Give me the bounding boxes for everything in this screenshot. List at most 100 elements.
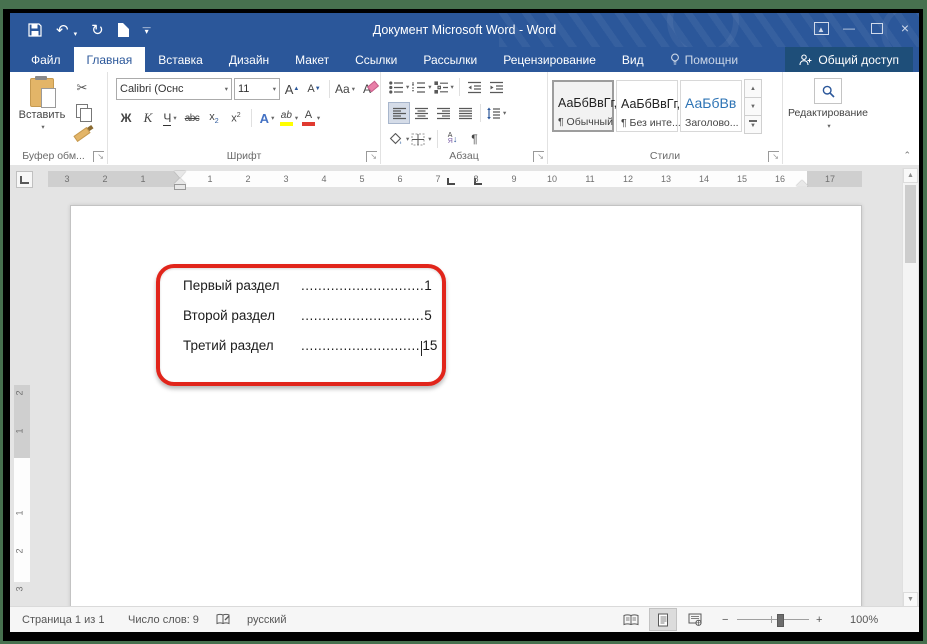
superscript-button[interactable]: x2 [226, 108, 246, 128]
style-no-spacing[interactable]: АаБбВвГг, ¶ Без инте... [616, 80, 678, 132]
strikethrough-button[interactable]: abc [182, 108, 202, 128]
zoom-slider-track[interactable] [737, 619, 809, 620]
styles-more-button[interactable]: ▼ [744, 115, 762, 134]
ruler-number: 1 [207, 171, 212, 187]
scrollbar-thumb[interactable] [905, 185, 916, 263]
align-left-button[interactable] [389, 103, 409, 123]
zoom-slider[interactable] [737, 607, 809, 632]
proofing-status[interactable] [216, 607, 230, 632]
vertical-ruler[interactable]: 2112345678 [14, 385, 30, 582]
web-layout-button[interactable] [682, 609, 708, 630]
align-center-button[interactable] [411, 103, 431, 123]
print-layout-icon [657, 613, 669, 627]
clear-formatting-button[interactable]: А [357, 79, 377, 99]
tab-insert[interactable]: Вставка [145, 47, 216, 72]
decrease-indent-button[interactable] [465, 77, 485, 97]
tab-review[interactable]: Рецензирование [490, 47, 609, 72]
tab-view[interactable]: Вид [609, 47, 657, 72]
line-spacing-button[interactable]: ▾ [486, 103, 506, 123]
scroll-down-button[interactable]: ▼ [903, 592, 918, 607]
align-right-button[interactable] [433, 103, 453, 123]
bold-button[interactable]: Ж [116, 108, 136, 128]
ribbon-display-options-button[interactable]: ▲ [807, 13, 835, 43]
format-painter-button[interactable] [72, 124, 92, 144]
ruler-number: 14 [699, 171, 709, 187]
zoom-out-button[interactable]: − [722, 607, 728, 632]
tab-stop-marker[interactable] [447, 178, 455, 185]
decrease-indent-icon [467, 81, 482, 94]
paragraph-dialog-launcher[interactable]: ↘ [533, 151, 544, 162]
grow-font-button[interactable]: A▲ [282, 79, 302, 99]
document-page[interactable]: Первый раздел...........................… [70, 205, 862, 607]
lightbulb-icon [670, 53, 680, 66]
shading-button[interactable]: ▾ [389, 129, 409, 149]
font-color-button[interactable]: А▾ [301, 108, 321, 128]
styles-scroll-down-button[interactable]: ▼ [744, 97, 762, 116]
scroll-up-button[interactable]: ▲ [903, 168, 918, 183]
page-count[interactable]: Страница 1 из 1 [22, 607, 104, 632]
vertical-scrollbar[interactable]: ▲ ▼ [902, 168, 918, 607]
style-normal[interactable]: АаБбВвГг, ¶ Обычный [552, 80, 614, 132]
tab-mailings[interactable]: Рассылки [410, 47, 490, 72]
collapse-ribbon-button[interactable]: ⌃ [903, 150, 911, 161]
numbering-button[interactable]: ▾ [411, 77, 431, 97]
justify-button[interactable] [455, 103, 475, 123]
copy-icon [76, 104, 88, 118]
maximize-button[interactable] [863, 13, 891, 43]
close-button[interactable]: × [891, 13, 919, 43]
share-button[interactable]: Общий доступ [785, 47, 913, 72]
print-layout-button[interactable] [650, 609, 676, 630]
paste-button[interactable]: Вставить ▾ [16, 76, 68, 148]
tab-stop-selector[interactable] [16, 171, 33, 188]
styles-group-label: Стили [548, 150, 782, 162]
italic-button[interactable]: К [138, 108, 158, 128]
language-status[interactable]: русский [247, 607, 286, 632]
zoom-slider-thumb[interactable] [777, 614, 784, 627]
clipboard-dialog-launcher[interactable]: ↘ [93, 151, 104, 162]
multilevel-list-button[interactable]: ▾ [434, 77, 454, 97]
left-indent-marker[interactable] [175, 185, 185, 189]
bullets-button[interactable]: ▾ [389, 77, 409, 97]
tab-tell-me[interactable]: Помощни [657, 47, 751, 72]
tab-layout[interactable]: Макет [282, 47, 342, 72]
ruler-number: 8 [473, 171, 478, 187]
zoom-level[interactable]: 100% [850, 607, 878, 632]
font-name-select[interactable]: Calibri (Оснс▾ [116, 78, 232, 100]
font-size-select[interactable]: 11▾ [234, 78, 280, 100]
tab-file[interactable]: Файл [18, 47, 74, 72]
tab-references[interactable]: Ссылки [342, 47, 410, 72]
right-indent-marker[interactable] [796, 174, 808, 186]
show-paragraph-marks-button[interactable]: ¶ [465, 129, 485, 149]
copy-button[interactable] [72, 101, 92, 121]
horizontal-ruler[interactable]: 3211234567891011121314151617 [48, 171, 862, 187]
font-color-red-bar [302, 122, 315, 126]
shrink-font-button[interactable]: A▼ [304, 79, 324, 99]
styles-group: АаБбВвГг, ¶ Обычный АаБбВвГг, ¶ Без инте… [548, 72, 783, 164]
tab-design[interactable]: Дизайн [216, 47, 282, 72]
subscript-button[interactable]: x2 [204, 108, 224, 128]
style-heading1[interactable]: АаБбВв Заголово... [680, 80, 742, 132]
highlight-color-button[interactable]: ab▾ [279, 108, 299, 128]
underline-button[interactable]: Ч▾ [160, 108, 180, 128]
minimize-button[interactable]: — [835, 13, 863, 43]
ruler-number: 3 [283, 171, 288, 187]
font-group: Calibri (Оснс▾ 11▾ A▲ A▼ Aa▾ А Ж К Ч▾ ab… [108, 72, 381, 164]
sort-button[interactable]: АЯ ↓ [443, 129, 463, 149]
styles-scroll-up-button[interactable]: ▲ [744, 79, 762, 98]
text-effects-button[interactable]: А▾ [257, 108, 277, 128]
change-case-button[interactable]: Aa▾ [335, 79, 355, 99]
read-mode-button[interactable] [618, 609, 644, 630]
word-count[interactable]: Число слов: 9 [128, 607, 199, 632]
zoom-in-button[interactable]: + [816, 607, 822, 632]
increase-indent-button[interactable] [487, 77, 507, 97]
font-dialog-launcher[interactable]: ↘ [366, 151, 377, 162]
tab-home[interactable]: Главная [74, 47, 146, 72]
window-controls: ▲ — × [807, 13, 919, 43]
borders-button[interactable]: ▾ [411, 129, 431, 149]
editing-button[interactable]: Редактирование ▾ [783, 78, 873, 130]
styles-dialog-launcher[interactable]: ↘ [768, 151, 779, 162]
hanging-indent-marker[interactable] [174, 172, 186, 184]
screenshot-root: ↶▾ ↻ —▾ Документ Microsoft Word - Word ▲… [0, 0, 927, 644]
cut-button[interactable]: ✂ [72, 78, 92, 98]
ruler-number: 17 [825, 171, 835, 187]
